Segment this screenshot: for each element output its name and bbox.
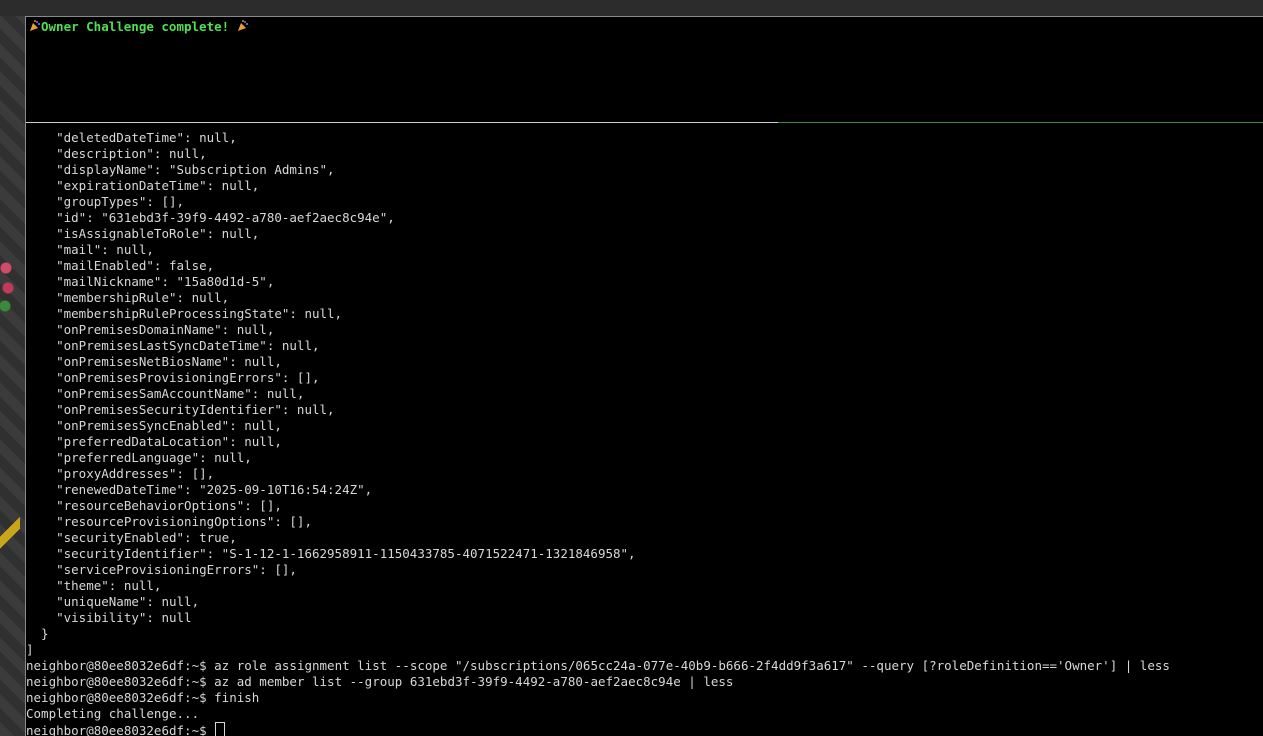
shell-history-line: neighbor@80ee8032e6df:~$ az ad member li… bbox=[26, 674, 1263, 690]
json-line: "membershipRule": null, bbox=[26, 290, 230, 305]
json-line: "expirationDateTime": null, bbox=[26, 178, 260, 193]
party-popper-icon bbox=[237, 20, 249, 32]
json-line: "mailEnabled": false, bbox=[26, 258, 215, 273]
shell-prompt: neighbor@80ee8032e6df:~$ bbox=[26, 658, 215, 673]
shell-history-line: neighbor@80ee8032e6df:~$ az role assignm… bbox=[26, 658, 1263, 674]
json-line: "preferredLanguage": null, bbox=[26, 450, 252, 465]
pane-divider-active bbox=[778, 122, 1263, 123]
shell-prompt: neighbor@80ee8032e6df:~$ bbox=[26, 674, 215, 689]
shell-command: az ad member list --group 631ebd3f-39f9-… bbox=[214, 674, 734, 689]
json-line: "visibility": null bbox=[26, 610, 192, 625]
json-line: "displayName": "Subscription Admins", bbox=[26, 162, 335, 177]
pane-divider bbox=[26, 122, 778, 123]
terminal-window[interactable]: Owner Challenge complete! "deletedDateTi… bbox=[25, 16, 1263, 736]
json-line: "securityEnabled": true, bbox=[26, 530, 237, 545]
json-line: ] bbox=[26, 642, 34, 657]
json-line: "renewedDateTime": "2025-09-10T16:54:24Z… bbox=[26, 482, 373, 497]
json-line: } bbox=[26, 626, 49, 641]
json-line: "resourceProvisioningOptions": [], bbox=[26, 514, 312, 529]
json-line: "onPremisesLastSyncDateTime": null, bbox=[26, 338, 320, 353]
yellow-tape-decoration bbox=[0, 505, 20, 565]
json-line: "membershipRuleProcessingState": null, bbox=[26, 306, 343, 321]
shell-command: az role assignment list --scope "/subscr… bbox=[214, 658, 1170, 673]
json-line: "groupTypes": [], bbox=[26, 194, 185, 209]
json-line: "serviceProvisioningErrors": [], bbox=[26, 562, 297, 577]
json-line: "theme": null, bbox=[26, 578, 162, 593]
json-line: "description": null, bbox=[26, 146, 207, 161]
json-line: "onPremisesSyncEnabled": null, bbox=[26, 418, 282, 433]
json-line: "onPremisesProvisioningErrors": [], bbox=[26, 370, 320, 385]
shell-prompt: neighbor@80ee8032e6df:~$ bbox=[26, 690, 215, 705]
shell-input-line[interactable]: neighbor@80ee8032e6df:~$ bbox=[26, 722, 1263, 736]
game-left-edge bbox=[0, 16, 25, 736]
json-line: "mailNickname": "15a80d1d-5", bbox=[26, 274, 275, 289]
banner-text: Owner Challenge complete! bbox=[41, 19, 237, 34]
shell-history-line: neighbor@80ee8032e6df:~$ finish bbox=[26, 690, 1263, 706]
party-popper-icon bbox=[29, 20, 41, 32]
game-top-edge bbox=[0, 0, 1263, 16]
json-line: "isAssignableToRole": null, bbox=[26, 226, 260, 241]
cursor-icon bbox=[215, 722, 226, 736]
json-line: "mail": null, bbox=[26, 242, 154, 257]
banner-message: Owner Challenge complete! bbox=[29, 19, 249, 35]
challenge-banner: Owner Challenge complete! bbox=[26, 17, 1263, 122]
shell-command: finish bbox=[214, 690, 260, 705]
json-line: "onPremisesDomainName": null, bbox=[26, 322, 275, 337]
shell-prompt: neighbor@80ee8032e6df:~$ bbox=[26, 723, 215, 736]
json-line: "proxyAddresses": [], bbox=[26, 466, 215, 481]
json-line: "resourceBehaviorOptions": [], bbox=[26, 498, 282, 513]
flower-decoration-icon bbox=[0, 258, 14, 314]
json-line: "onPremisesNetBiosName": null, bbox=[26, 354, 282, 369]
json-line: "securityIdentifier": "S-1-12-1-16629589… bbox=[26, 546, 636, 561]
screen: Owner Challenge complete! "deletedDateTi… bbox=[0, 0, 1263, 736]
json-line: "onPremisesSecurityIdentifier": null, bbox=[26, 402, 335, 417]
json-line: "deletedDateTime": null, bbox=[26, 130, 237, 145]
status-message: Completing challenge... bbox=[26, 706, 200, 721]
terminal-output: "deletedDateTime": null, "description": … bbox=[26, 130, 1263, 736]
json-line: "preferredDataLocation": null, bbox=[26, 434, 282, 449]
json-line: "id": "631ebd3f-39f9-4492-a780-aef2aec8c… bbox=[26, 210, 395, 225]
json-line: "onPremisesSamAccountName": null, bbox=[26, 386, 305, 401]
json-line: "uniqueName": null, bbox=[26, 594, 200, 609]
